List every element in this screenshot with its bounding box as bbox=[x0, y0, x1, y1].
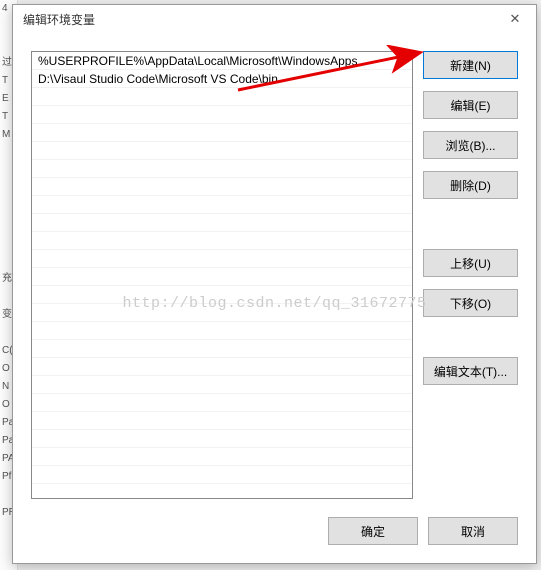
edit-text-button[interactable]: 编辑文本(T)... bbox=[423, 357, 518, 385]
list-empty-lines bbox=[32, 88, 412, 498]
move-down-button[interactable]: 下移(O) bbox=[423, 289, 518, 317]
delete-button[interactable]: 删除(D) bbox=[423, 171, 518, 199]
path-listbox[interactable]: %USERPROFILE%\AppData\Local\Microsoft\Wi… bbox=[31, 51, 413, 499]
ok-button[interactable]: 确定 bbox=[328, 517, 418, 545]
move-up-button[interactable]: 上移(U) bbox=[423, 249, 518, 277]
new-button[interactable]: 新建(N) bbox=[423, 51, 518, 79]
close-icon: ✕ bbox=[510, 11, 521, 27]
cancel-button[interactable]: 取消 bbox=[428, 517, 518, 545]
bottom-buttons: 确定 取消 bbox=[31, 517, 518, 545]
browse-button[interactable]: 浏览(B)... bbox=[423, 131, 518, 159]
dialog-title: 编辑环境变量 bbox=[23, 11, 95, 28]
titlebar: 编辑环境变量 ✕ bbox=[13, 5, 536, 33]
side-buttons: 新建(N) 编辑(E) 浏览(B)... 删除(D) 上移(U) 下移(O) 编… bbox=[423, 51, 518, 499]
edit-env-var-dialog: 编辑环境变量 ✕ %USERPROFILE%\AppData\Local\Mic… bbox=[12, 4, 537, 564]
edit-button[interactable]: 编辑(E) bbox=[423, 91, 518, 119]
list-item[interactable]: D:\Visaul Studio Code\Microsoft VS Code\… bbox=[32, 70, 412, 88]
main-area: %USERPROFILE%\AppData\Local\Microsoft\Wi… bbox=[31, 51, 518, 499]
close-button[interactable]: ✕ bbox=[498, 6, 532, 32]
dialog-content: %USERPROFILE%\AppData\Local\Microsoft\Wi… bbox=[13, 33, 536, 563]
list-item[interactable]: %USERPROFILE%\AppData\Local\Microsoft\Wi… bbox=[32, 52, 412, 70]
